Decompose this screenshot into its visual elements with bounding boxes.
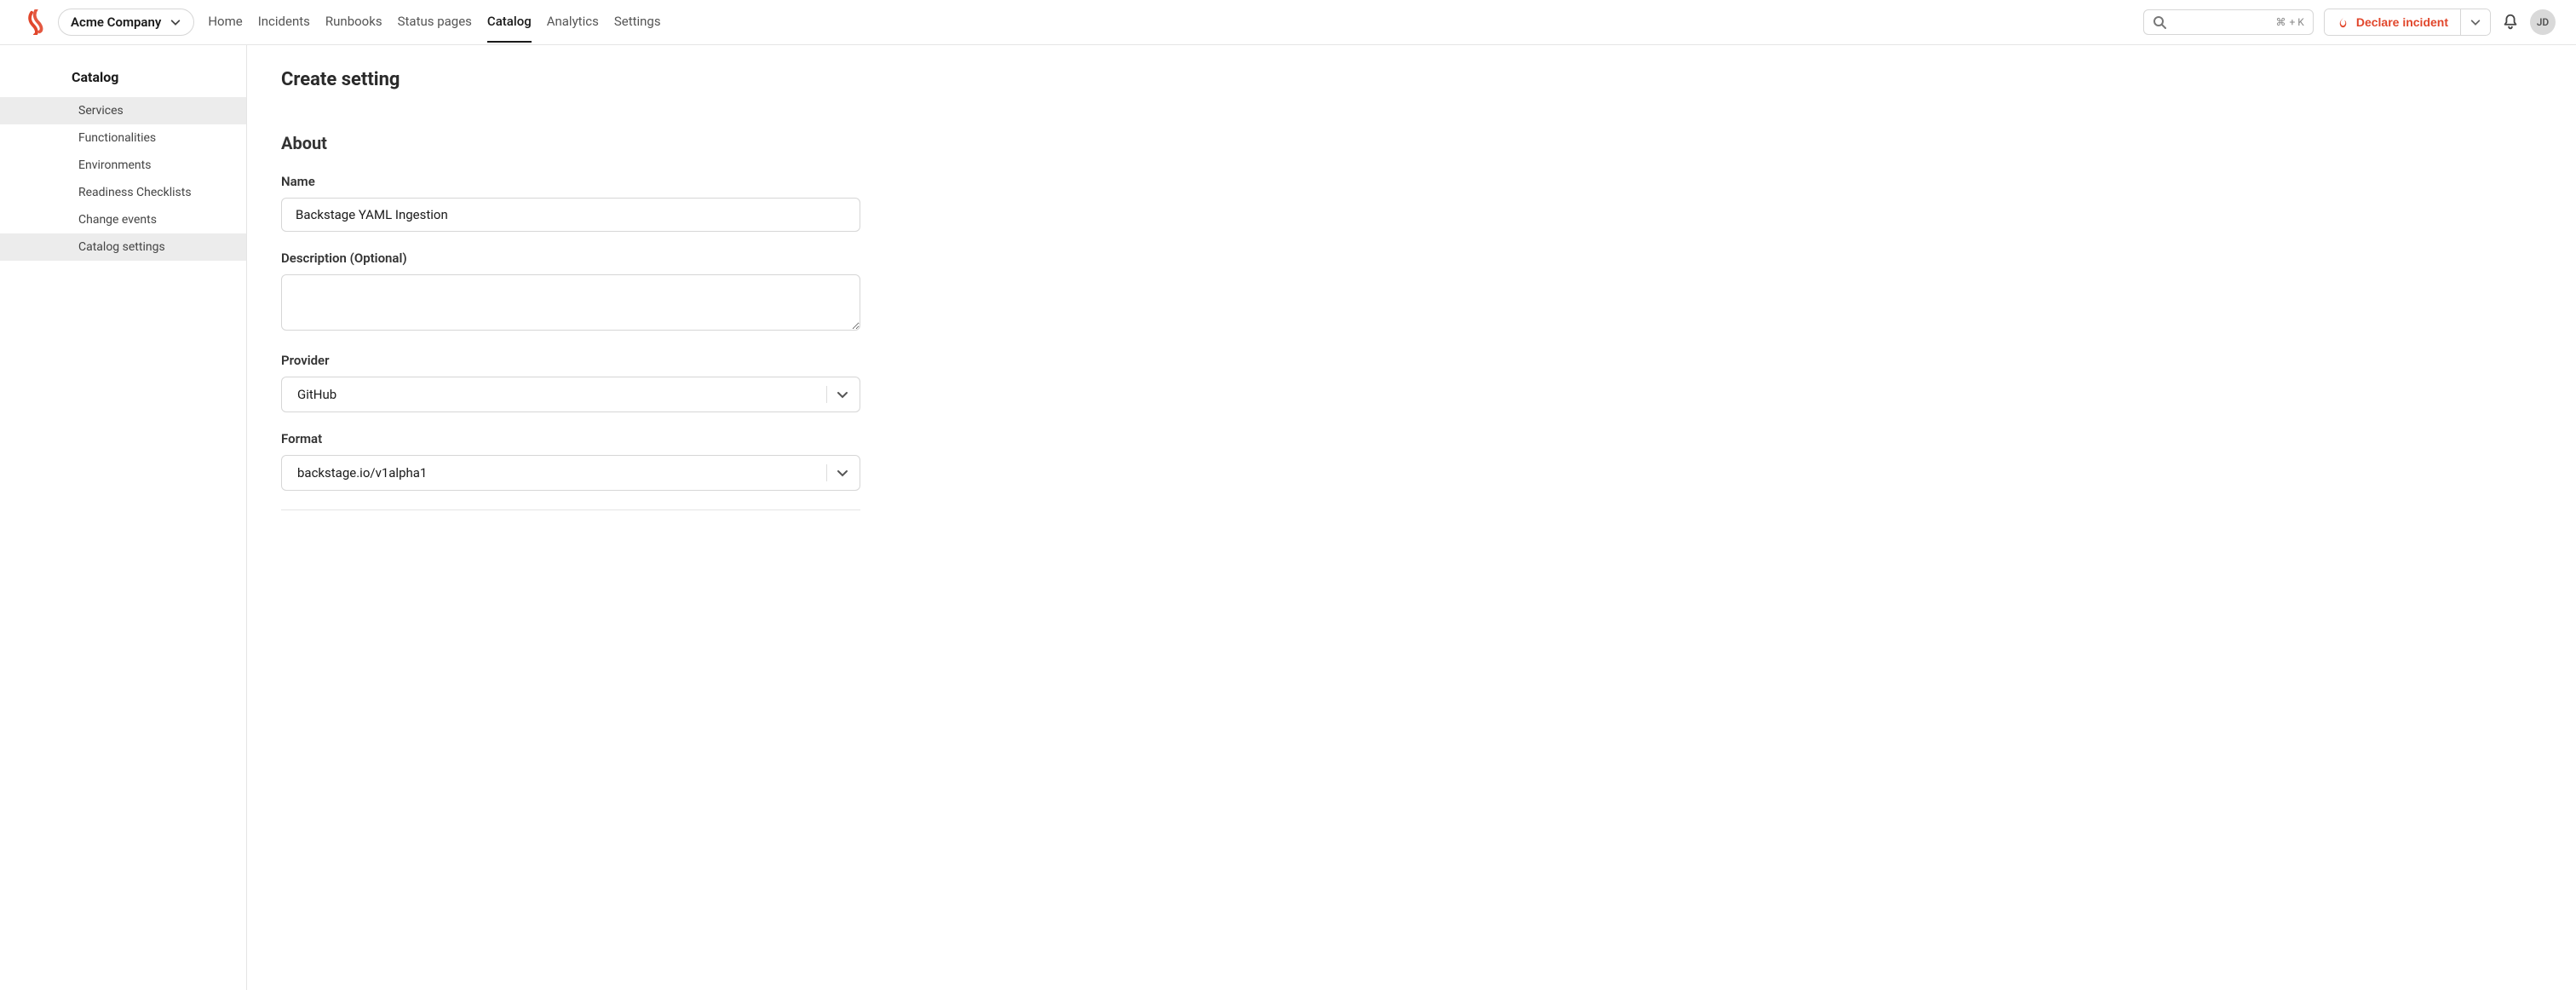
provider-value: GitHub bbox=[297, 387, 818, 402]
page-title: Create setting bbox=[281, 69, 1150, 90]
user-avatar[interactable]: JD bbox=[2530, 9, 2556, 35]
chevron-down-icon bbox=[170, 16, 181, 28]
field-description: Description (Optional) bbox=[281, 250, 1150, 334]
sidebar-title: Catalog bbox=[0, 69, 246, 85]
select-divider bbox=[826, 464, 827, 481]
select-divider bbox=[826, 386, 827, 403]
declare-incident-button[interactable]: Declare incident bbox=[2325, 9, 2460, 35]
description-input[interactable] bbox=[281, 274, 860, 331]
topbar: Acme Company Home Incidents Runbooks Sta… bbox=[0, 0, 2576, 45]
section-divider bbox=[281, 509, 860, 510]
sidebar: Catalog Services Functionalities Environ… bbox=[0, 45, 247, 990]
nav-home[interactable]: Home bbox=[208, 2, 242, 43]
declare-incident-dropdown[interactable] bbox=[2460, 9, 2490, 35]
name-input[interactable] bbox=[281, 198, 860, 232]
chevron-down-icon bbox=[2470, 16, 2481, 28]
nav-incidents[interactable]: Incidents bbox=[258, 2, 310, 43]
brand-logo bbox=[20, 9, 46, 35]
chevron-down-icon bbox=[836, 466, 849, 480]
nav-settings[interactable]: Settings bbox=[614, 2, 661, 43]
sidebar-item-environments[interactable]: Environments bbox=[0, 152, 246, 179]
topbar-right: ⌘ + K Declare incident JD bbox=[2143, 9, 2556, 36]
company-selector[interactable]: Acme Company bbox=[58, 9, 194, 36]
field-provider: Provider GitHub bbox=[281, 353, 1150, 412]
search-icon bbox=[2153, 15, 2166, 29]
nav-analytics[interactable]: Analytics bbox=[547, 2, 599, 43]
declare-incident-group: Declare incident bbox=[2324, 9, 2491, 36]
notifications-icon[interactable] bbox=[2501, 13, 2520, 32]
format-select[interactable]: backstage.io/v1alpha1 bbox=[281, 455, 860, 491]
primary-nav: Home Incidents Runbooks Status pages Cat… bbox=[208, 2, 660, 43]
provider-select[interactable]: GitHub bbox=[281, 377, 860, 412]
sidebar-item-change-events[interactable]: Change events bbox=[0, 206, 246, 233]
company-name: Acme Company bbox=[71, 14, 161, 30]
section-about-title: About bbox=[281, 133, 1150, 153]
nav-status-pages[interactable]: Status pages bbox=[398, 2, 472, 43]
name-label: Name bbox=[281, 174, 1150, 189]
format-value: backstage.io/v1alpha1 bbox=[297, 465, 818, 481]
provider-label: Provider bbox=[281, 353, 1150, 368]
main-content: Create setting About Name Description (O… bbox=[247, 45, 1184, 990]
fire-icon bbox=[2337, 16, 2349, 29]
search-shortcut: ⌘ + K bbox=[2276, 16, 2304, 28]
format-label: Format bbox=[281, 431, 1150, 446]
field-name: Name bbox=[281, 174, 1150, 232]
sidebar-item-functionalities[interactable]: Functionalities bbox=[0, 124, 246, 152]
field-format: Format backstage.io/v1alpha1 bbox=[281, 431, 1150, 491]
nav-catalog[interactable]: Catalog bbox=[487, 2, 532, 43]
sidebar-item-catalog-settings[interactable]: Catalog settings bbox=[0, 233, 246, 261]
declare-incident-label: Declare incident bbox=[2356, 15, 2448, 29]
sidebar-item-services[interactable]: Services bbox=[0, 97, 246, 124]
description-label: Description (Optional) bbox=[281, 250, 1150, 266]
nav-runbooks[interactable]: Runbooks bbox=[325, 2, 382, 43]
search-box[interactable]: ⌘ + K bbox=[2143, 9, 2314, 35]
page-body: Catalog Services Functionalities Environ… bbox=[0, 45, 2576, 990]
chevron-down-icon bbox=[836, 388, 849, 401]
sidebar-item-readiness-checklists[interactable]: Readiness Checklists bbox=[0, 179, 246, 206]
